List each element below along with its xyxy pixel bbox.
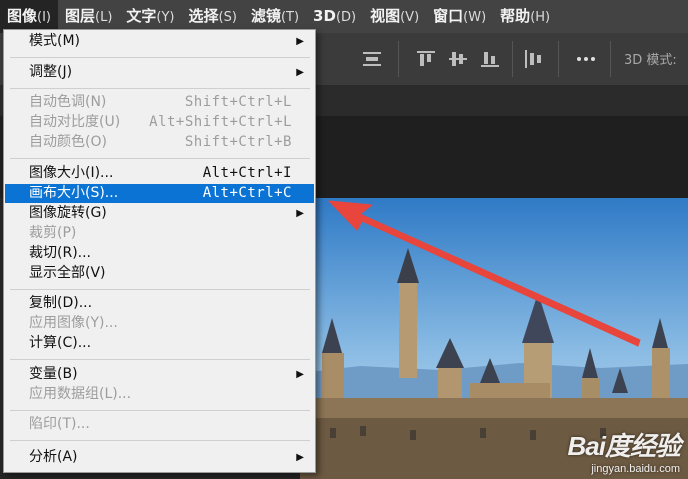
menu-item-trap: 陷印(T)... xyxy=(5,415,314,434)
menu-item-reveal-all[interactable]: 显示全部(V) xyxy=(5,264,314,283)
menu-item-label: 裁剪(P) xyxy=(29,225,77,241)
menu-separator xyxy=(10,440,310,441)
menu-item-apply-data-set: 应用数据组(L)... xyxy=(5,385,314,404)
menu-item-label: 应用图像(Y)... xyxy=(29,315,118,331)
menu-item-label: 裁切(R)... xyxy=(29,245,92,261)
submenu-arrow-icon: ▶ xyxy=(296,67,304,78)
menu-item-apply-image: 应用图像(Y)... xyxy=(5,314,314,333)
menu-item-variables[interactable]: 变量(B) ▶ xyxy=(5,365,314,384)
menu-separator xyxy=(10,158,310,159)
menu-item-label: 调整(J) xyxy=(29,64,73,80)
menu-item-label: 计算(C)... xyxy=(29,335,92,351)
menu-separator xyxy=(10,57,310,58)
submenu-arrow-icon: ▶ xyxy=(296,36,304,47)
menu-item-label: 画布大小(S)... xyxy=(29,185,119,201)
menu-separator xyxy=(10,410,310,411)
submenu-arrow-icon: ▶ xyxy=(296,452,304,463)
menu-item-label: 模式(M) xyxy=(29,33,81,49)
submenu-arrow-icon: ▶ xyxy=(296,208,304,219)
menu-item-adjustments[interactable]: 调整(J) ▶ xyxy=(5,63,314,82)
image-menu-dropdown: 模式(M) ▶ 调整(J) ▶ 自动色调(N) Shift+Ctrl+L 自动对… xyxy=(3,29,316,473)
menu-item-auto-color: 自动颜色(O) Shift+Ctrl+B xyxy=(5,133,314,152)
menu-item-image-size[interactable]: 图像大小(I)... Alt+Ctrl+I xyxy=(5,164,314,183)
submenu-arrow-icon: ▶ xyxy=(296,369,304,380)
menu-item-label: 显示全部(V) xyxy=(29,265,106,281)
menu-item-label: 复制(D)... xyxy=(29,295,93,311)
menu-item-crop: 裁剪(P) xyxy=(5,224,314,243)
menu-item-auto-contrast: 自动对比度(U) Alt+Shift+Ctrl+L xyxy=(5,113,314,132)
menu-item-label: 图像大小(I)... xyxy=(29,165,114,181)
menu-item-label: 自动色调(N) xyxy=(29,94,107,110)
menu-item-canvas-size[interactable]: 画布大小(S)... Alt+Ctrl+C xyxy=(5,184,314,203)
menu-item-label: 变量(B) xyxy=(29,366,78,382)
menu-item-shortcut: Shift+Ctrl+L xyxy=(184,94,292,110)
menu-item-shortcut: Alt+Shift+Ctrl+L xyxy=(149,114,292,130)
menu-item-auto-tone: 自动色调(N) Shift+Ctrl+L xyxy=(5,93,314,112)
menu-item-shortcut: Alt+Ctrl+C xyxy=(202,185,292,201)
menu-item-calculations[interactable]: 计算(C)... xyxy=(5,334,314,353)
menu-item-analysis[interactable]: 分析(A) ▶ xyxy=(5,448,314,467)
menu-item-duplicate[interactable]: 复制(D)... xyxy=(5,294,314,313)
menu-separator xyxy=(10,289,310,290)
menu-item-label: 陷印(T)... xyxy=(29,416,90,432)
menu-item-label: 应用数据组(L)... xyxy=(29,386,132,402)
menu-item-label: 自动颜色(O) xyxy=(29,134,107,150)
menu-item-label: 自动对比度(U) xyxy=(29,114,121,130)
menu-item-label: 分析(A) xyxy=(29,449,78,465)
menu-item-shortcut: Alt+Ctrl+I xyxy=(202,165,292,181)
menu-item-mode[interactable]: 模式(M) ▶ xyxy=(5,32,314,51)
menu-item-trim[interactable]: 裁切(R)... xyxy=(5,244,314,263)
menu-item-image-rotation[interactable]: 图像旋转(G) ▶ xyxy=(5,204,314,223)
menu-separator xyxy=(10,88,310,89)
menu-separator xyxy=(10,359,310,360)
menu-item-shortcut: Shift+Ctrl+B xyxy=(184,134,292,150)
menu-item-label: 图像旋转(G) xyxy=(29,205,107,221)
